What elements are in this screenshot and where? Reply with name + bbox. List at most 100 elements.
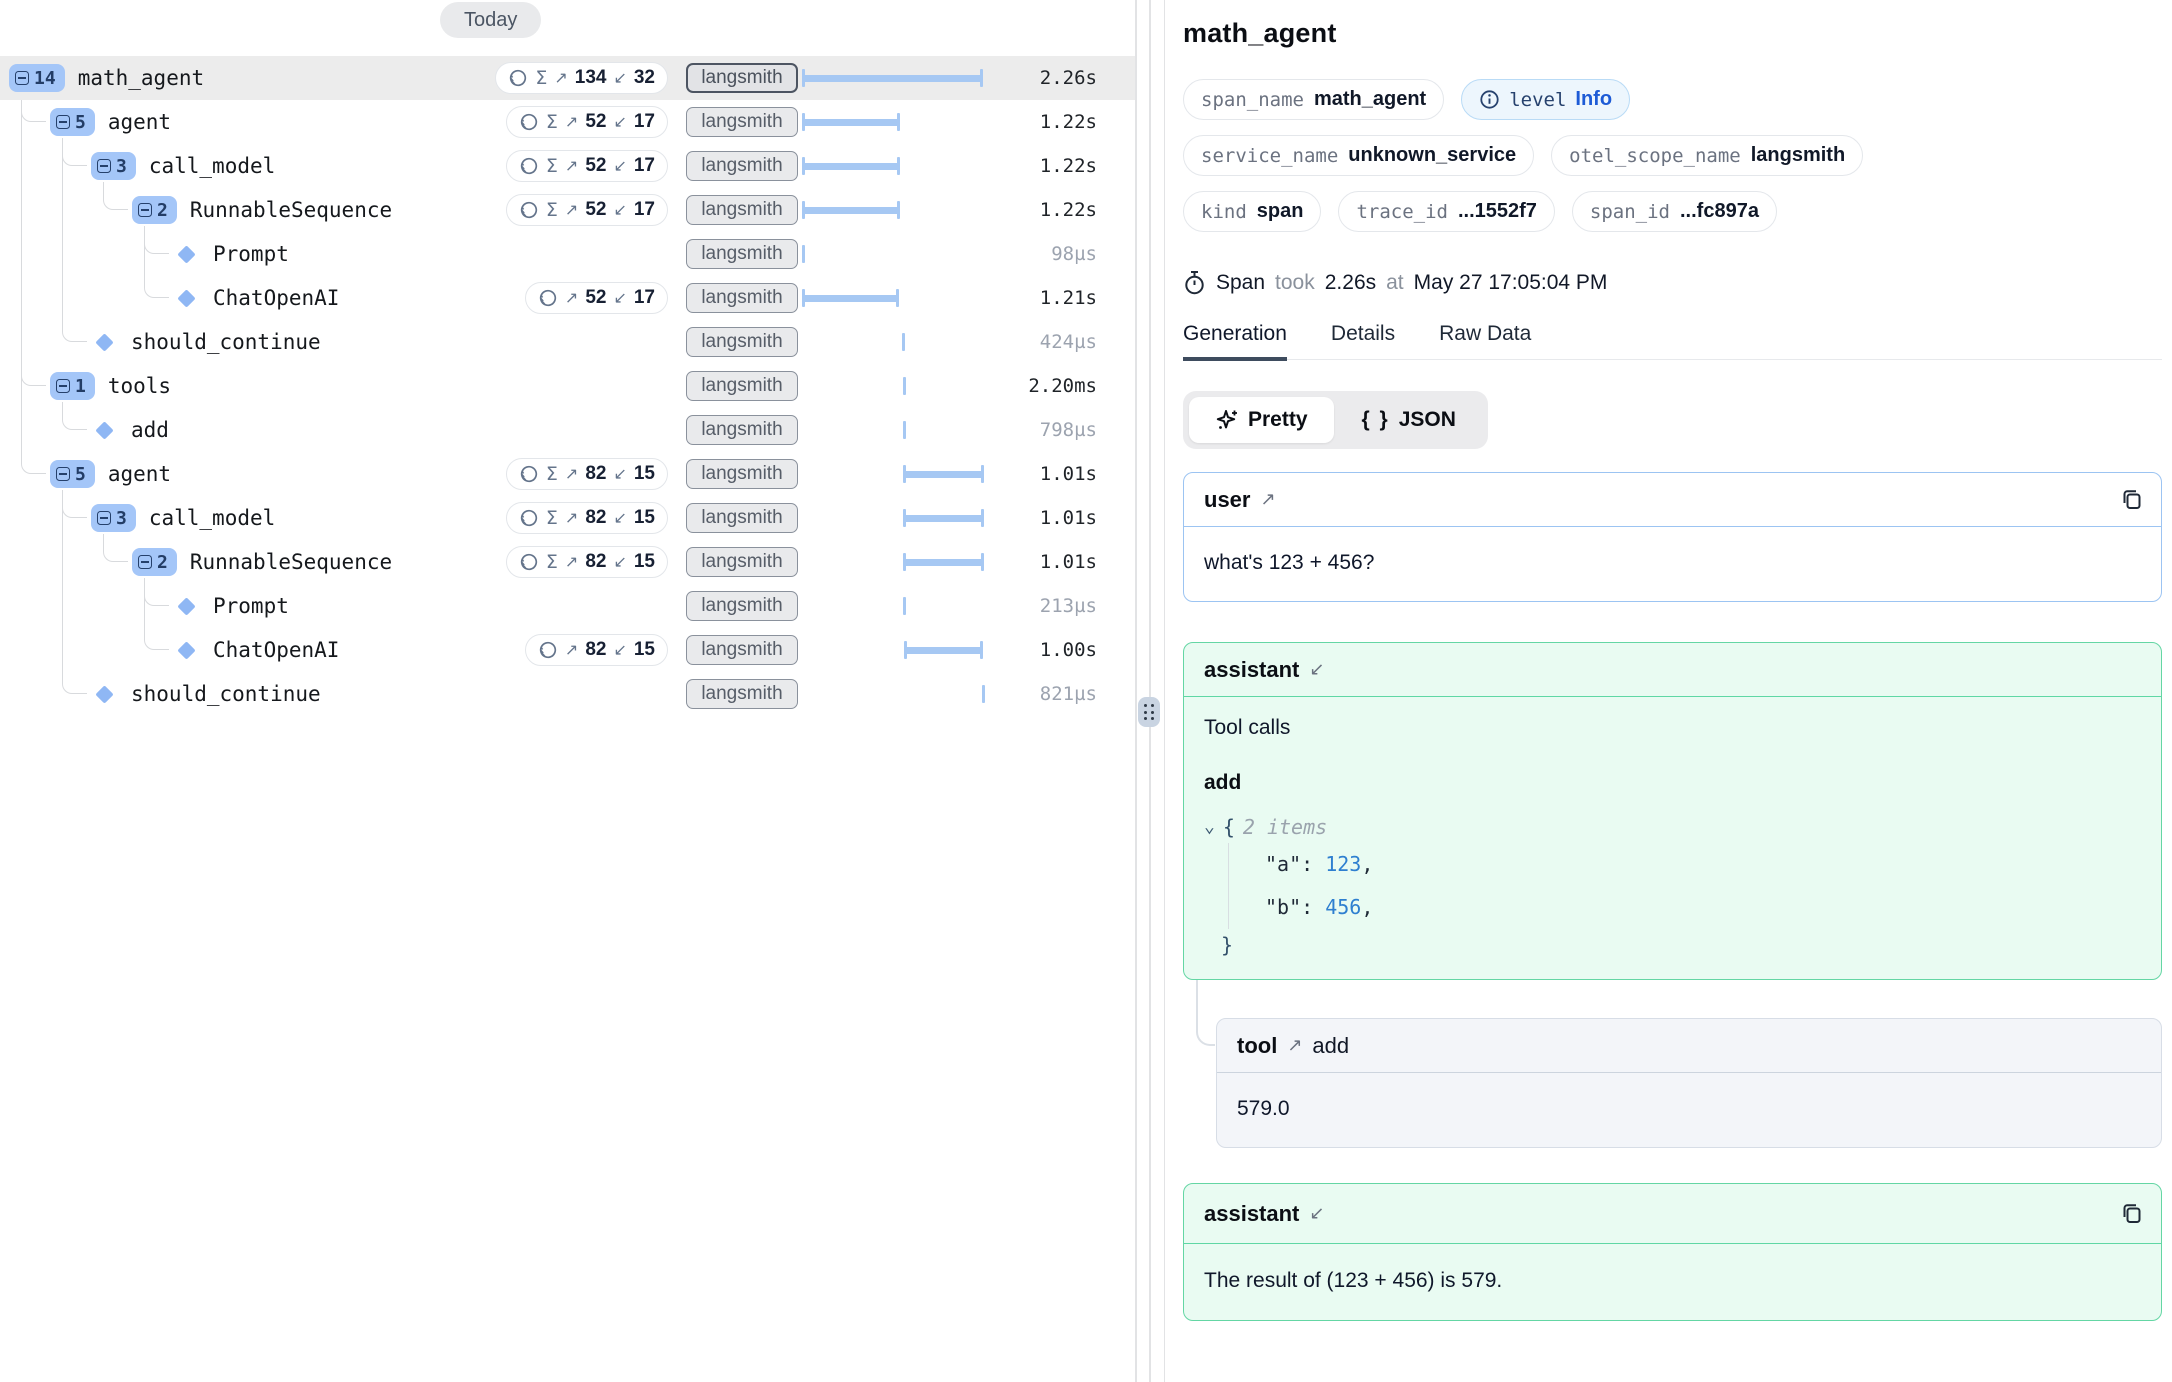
duration-label: 2.20ms (1028, 364, 1097, 408)
tab-raw-data[interactable]: Raw Data (1439, 322, 1531, 359)
braces-icon: { } (1362, 408, 1390, 432)
view-mode-toggle: Pretty { } JSON (1183, 391, 1488, 449)
duration-label: 2.26s (1040, 56, 1097, 100)
sigma-icon: Σ (546, 463, 558, 485)
langsmith-tag[interactable]: langsmith (686, 327, 798, 357)
arrow-up-right-icon: ↗ (565, 156, 578, 176)
user-message-header: user ↗ (1184, 473, 2161, 527)
tree-row[interactable]: 3call_modelΣ↗82↙15langsmith1.01s (0, 496, 1135, 540)
attribute-pills: span_name math_agent level Info service_… (1183, 79, 2162, 232)
collapse-badge[interactable]: 2 (132, 196, 177, 224)
tab-generation[interactable]: Generation (1183, 322, 1287, 359)
arrow-down-left-icon: ↙ (1309, 659, 1324, 680)
span-duration-line: Span took 2.26s at May 27 17:05:04 PM (1183, 270, 2162, 295)
token-coin-icon (519, 112, 539, 132)
collapse-badge[interactable]: 2 (132, 548, 177, 576)
span-name-label: agent (108, 110, 171, 134)
langsmith-tag[interactable]: langsmith (686, 503, 798, 533)
assistant-final-content: The result of (123 + 456) is 579. (1184, 1244, 2161, 1320)
info-icon (1479, 89, 1500, 110)
page-title: math_agent (1183, 18, 2162, 49)
span-name-label: Prompt (213, 594, 289, 618)
langsmith-tag[interactable]: langsmith (686, 547, 798, 577)
langsmith-tag[interactable]: langsmith (686, 239, 798, 269)
langsmith-tag[interactable]: langsmith (686, 679, 798, 709)
today-badge[interactable]: Today (440, 2, 541, 38)
duration-label: 821µs (1040, 672, 1097, 716)
tab-details[interactable]: Details (1331, 322, 1395, 359)
span-name-label: RunnableSequence (190, 198, 392, 222)
duration-bar (903, 509, 984, 527)
collapse-icon (97, 511, 111, 525)
duration-label: 1.01s (1040, 540, 1097, 584)
collapse-badge[interactable]: 5 (50, 108, 95, 136)
langsmith-tag[interactable]: langsmith (686, 151, 798, 181)
collapse-badge[interactable]: 3 (91, 152, 136, 180)
panel-resize-handle-icon[interactable] (1138, 697, 1160, 727)
duration-bar (802, 113, 900, 131)
leaf-diamond-icon (95, 421, 113, 439)
tree-row[interactable]: 1toolslangsmith2.20ms (0, 364, 1135, 408)
langsmith-tag[interactable]: langsmith (686, 283, 798, 313)
langsmith-tag[interactable]: langsmith (686, 371, 798, 401)
token-coin-icon (538, 640, 558, 660)
langsmith-tag[interactable]: langsmith (686, 195, 798, 225)
sigma-icon: Σ (546, 111, 558, 133)
langsmith-trace-view: Today 14math_agentΣ↗134↙32langsmith2.26s… (0, 0, 2172, 1382)
tree-row[interactable]: 5agentΣ↗52↙17langsmith1.22s (0, 100, 1135, 144)
json-items-count: 2 items (1243, 814, 1327, 840)
tree-row[interactable]: ChatOpenAI↗82↙15langsmith1.00s (0, 628, 1135, 672)
tree-row[interactable]: should_continue langsmith 821µs (0, 672, 1135, 716)
tool-call-name: add (1204, 770, 2141, 796)
token-coin-icon (519, 508, 539, 528)
token-coin-icon (538, 288, 558, 308)
collapse-badge[interactable]: 14 (9, 64, 65, 92)
langsmith-tag[interactable]: langsmith (686, 591, 798, 621)
pretty-toggle-button[interactable]: Pretty (1189, 397, 1334, 443)
tree-row[interactable]: Promptlangsmith98µs (0, 232, 1135, 276)
arrow-up-right-icon: ↗ (565, 508, 578, 528)
tool-call-args-json: ⌄ { 2 items "a": 123, "b": 456, } (1204, 811, 2141, 961)
kind-pill: kind span (1183, 191, 1321, 232)
collapse-badge[interactable]: 3 (91, 504, 136, 532)
tree-row[interactable]: should_continuelangsmith424µs (0, 320, 1135, 364)
sparkle-icon (1215, 408, 1239, 432)
tree-row[interactable]: 2RunnableSequenceΣ↗52↙17langsmith1.22s (0, 188, 1135, 232)
tree-row[interactable]: 2RunnableSequenceΣ↗82↙15langsmith1.01s (0, 540, 1135, 584)
tree-row[interactable]: ChatOpenAI↗52↙17langsmith1.21s (0, 276, 1135, 320)
sigma-icon: Σ (546, 507, 558, 529)
langsmith-tag[interactable]: langsmith (686, 415, 798, 445)
tree-row[interactable]: 3call_modelΣ↗52↙17langsmith1.22s (0, 144, 1135, 188)
token-count-badge: ↗52↙17 (525, 282, 668, 314)
arrow-down-left-icon: ↙ (613, 68, 626, 88)
otel-scope-pill: otel_scope_name langsmith (1551, 135, 1863, 176)
tree-row[interactable]: 14math_agentΣ↗134↙32langsmith2.26s (0, 56, 1135, 100)
trace-id-pill: trace_id ...1552f7 (1338, 191, 1554, 232)
tree-row[interactable]: addlangsmith798µs (0, 408, 1135, 452)
langsmith-tag[interactable]: langsmith (686, 63, 798, 93)
collapse-badge[interactable]: 5 (50, 460, 95, 488)
token-coin-icon (519, 200, 539, 220)
json-toggle-button[interactable]: { } JSON (1336, 397, 1482, 443)
leaf-diamond-icon (95, 333, 113, 351)
collapse-icon (56, 379, 70, 393)
collapse-badge[interactable]: 1 (50, 372, 95, 400)
copy-button[interactable] (2119, 1201, 2145, 1227)
chevron-down-icon[interactable]: ⌄ (1204, 818, 1215, 836)
tool-message-content: 579.0 (1217, 1073, 2161, 1147)
duration-label: 98µs (1051, 232, 1097, 276)
duration-bar (802, 157, 900, 175)
span-name-label: math_agent (78, 66, 204, 90)
langsmith-tag[interactable]: langsmith (686, 635, 798, 665)
langsmith-tag[interactable]: langsmith (686, 459, 798, 489)
arrow-up-right-icon: ↗ (565, 640, 578, 660)
tree-row[interactable]: Promptlangsmith213µs (0, 584, 1135, 628)
token-coin-icon (519, 552, 539, 572)
tree-row[interactable]: 5agentΣ↗82↙15langsmith1.01s (0, 452, 1135, 496)
span-name-label: should_continue (131, 682, 321, 706)
duration-bar (802, 69, 983, 87)
json-entries: "a": 123, "b": 456, (1228, 843, 2141, 929)
span-name-label: agent (108, 462, 171, 486)
copy-button[interactable] (2119, 487, 2145, 513)
langsmith-tag[interactable]: langsmith (686, 107, 798, 137)
